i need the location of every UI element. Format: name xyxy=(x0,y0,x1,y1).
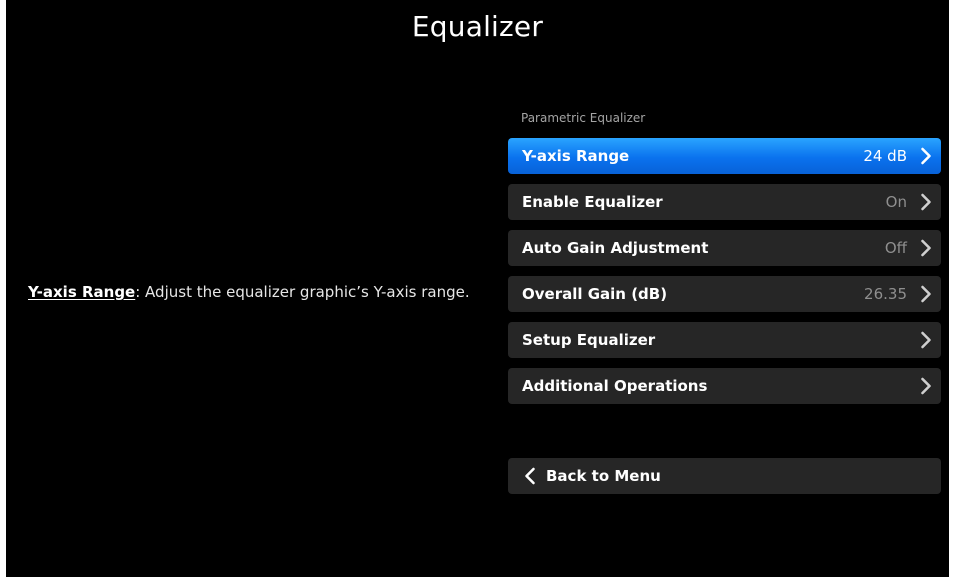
settings-menu: Y-axis Range 24 dB Enable Equalizer On A… xyxy=(508,138,941,414)
menu-item-auto-gain-adjustment[interactable]: Auto Gain Adjustment Off xyxy=(508,230,941,266)
chevron-right-icon xyxy=(915,322,937,358)
chevron-right-icon xyxy=(915,368,937,404)
menu-item-value: On xyxy=(885,193,907,211)
menu-item-overall-gain[interactable]: Overall Gain (dB) 26.35 xyxy=(508,276,941,312)
menu-item-label: Enable Equalizer xyxy=(522,193,663,211)
menu-item-label: Setup Equalizer xyxy=(522,331,656,349)
back-to-menu-button[interactable]: Back to Menu xyxy=(508,458,941,494)
section-label: Parametric Equalizer xyxy=(521,111,646,125)
menu-item-setup-equalizer[interactable]: Setup Equalizer xyxy=(508,322,941,358)
menu-item-value: Off xyxy=(884,239,907,257)
menu-item-label: Y-axis Range xyxy=(522,147,630,165)
menu-item-y-axis-range[interactable]: Y-axis Range 24 dB xyxy=(508,138,941,174)
menu-item-label: Overall Gain (dB) xyxy=(522,285,668,303)
page-title: Equalizer xyxy=(411,10,544,43)
menu-item-enable-equalizer[interactable]: Enable Equalizer On xyxy=(508,184,941,220)
chevron-right-icon xyxy=(915,138,937,174)
description-text: : Adjust the equalizer graphic’s Y-axis … xyxy=(135,283,470,301)
chevron-right-icon xyxy=(915,276,937,312)
setting-description: Y-axis Range: Adjust the equalizer graph… xyxy=(28,280,483,304)
menu-item-label: Auto Gain Adjustment xyxy=(522,239,709,257)
menu-item-value: 26.35 xyxy=(864,285,907,303)
chevron-left-icon xyxy=(520,458,540,494)
menu-item-additional-operations[interactable]: Additional Operations xyxy=(508,368,941,404)
equalizer-screen: Equalizer Y-axis Range: Adjust the equal… xyxy=(6,0,949,577)
menu-item-label: Additional Operations xyxy=(522,377,708,395)
back-to-menu-label: Back to Menu xyxy=(546,467,661,485)
chevron-right-icon xyxy=(915,184,937,220)
menu-item-value: 24 dB xyxy=(863,147,907,165)
chevron-right-icon xyxy=(915,230,937,266)
description-term: Y-axis Range xyxy=(28,283,136,301)
